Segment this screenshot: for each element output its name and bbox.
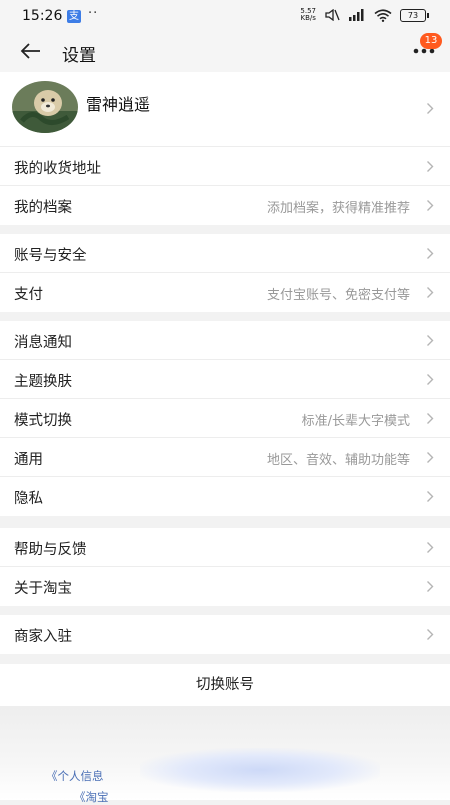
settings-row-about[interactable]: 关于淘宝 xyxy=(0,567,450,606)
chevron-right-icon xyxy=(427,491,434,502)
header: 设置 13 xyxy=(0,32,450,72)
switch-account-button[interactable]: 切换账号 xyxy=(0,664,450,706)
profile-name: 雷神逍遥 xyxy=(86,95,151,114)
chevron-right-icon xyxy=(427,335,434,346)
mute-icon xyxy=(325,9,340,21)
chevron-right-icon xyxy=(427,374,434,385)
profile-row[interactable]: 雷神逍遥 xyxy=(0,72,450,147)
more-notifications-icon: ·· xyxy=(88,6,99,21)
footer-blur-overlay xyxy=(140,748,380,792)
row-label: 帮助与反馈 xyxy=(14,542,87,558)
chevron-right-icon xyxy=(427,581,434,592)
row-label: 账号与安全 xyxy=(14,248,87,264)
settings-row-payment[interactable]: 支付 支付宝账号、免密支付等 xyxy=(0,273,450,312)
row-label: 通用 xyxy=(14,452,43,468)
row-label: 商家入驻 xyxy=(14,629,72,645)
chevron-right-icon xyxy=(427,452,434,463)
message-count-badge: 13 xyxy=(420,33,442,49)
footer-area xyxy=(0,706,450,800)
settings-row-address[interactable]: 我的收货地址 xyxy=(0,147,450,186)
alipay-notification-icon: 支 xyxy=(67,10,81,23)
chevron-right-icon xyxy=(427,542,434,553)
general-section: 消息通知 主题换肤 模式切换 标准/长辈大字模式 通用 地区、音效、辅助功能等 … xyxy=(0,321,450,516)
chevron-right-icon xyxy=(427,629,434,640)
settings-row-mode-switch[interactable]: 模式切换 标准/长辈大字模式 xyxy=(0,399,450,438)
row-value: 添加档案，获得精准推荐 xyxy=(266,201,410,216)
row-label: 消息通知 xyxy=(14,335,72,351)
chevron-right-icon xyxy=(427,413,434,424)
row-label: 隐私 xyxy=(14,491,43,507)
settings-row-theme[interactable]: 主题换肤 xyxy=(0,360,450,399)
chevron-right-icon xyxy=(427,248,434,259)
network-speed: 5.57 KB/s xyxy=(300,7,316,22)
wifi-icon xyxy=(374,8,392,22)
settings-row-merchant[interactable]: 商家入驻 xyxy=(0,615,450,654)
row-label: 主题换肤 xyxy=(14,374,72,390)
status-time: 15:26 xyxy=(22,8,63,24)
privacy-policy-link[interactable]: 《个人信息 xyxy=(46,768,104,784)
signal-hd-icon xyxy=(349,9,364,21)
chevron-right-icon xyxy=(427,200,434,211)
row-label: 我的收货地址 xyxy=(14,161,101,177)
settings-row-profile-archive[interactable]: 我的档案 添加档案，获得精准推荐 xyxy=(0,186,450,225)
battery-indicator: 73 xyxy=(400,8,429,22)
settings-row-help-feedback[interactable]: 帮助与反馈 xyxy=(0,528,450,567)
back-arrow-icon[interactable] xyxy=(18,38,44,64)
avatar xyxy=(12,81,78,133)
row-value: 标准/长辈大字模式 xyxy=(301,414,410,429)
settings-row-privacy[interactable]: 隐私 xyxy=(0,477,450,516)
row-label: 支付 xyxy=(14,287,43,303)
status-bar: 15:26 支 ·· 5.57 KB/s 73 xyxy=(0,0,450,32)
profile-section: 雷神逍遥 我的收货地址 我的档案 添加档案，获得精准推荐 xyxy=(0,72,450,225)
merchant-section: 商家入驻 xyxy=(0,615,450,654)
row-label: 模式切换 xyxy=(14,413,72,429)
settings-row-account-security[interactable]: 账号与安全 xyxy=(0,234,450,273)
settings-row-general[interactable]: 通用 地区、音效、辅助功能等 xyxy=(0,438,450,477)
account-section: 账号与安全 支付 支付宝账号、免密支付等 xyxy=(0,234,450,312)
page-title: 设置 xyxy=(62,46,96,66)
help-section: 帮助与反馈 关于淘宝 xyxy=(0,528,450,606)
chevron-right-icon xyxy=(427,103,434,114)
settings-row-notifications[interactable]: 消息通知 xyxy=(0,321,450,360)
chevron-right-icon xyxy=(427,287,434,298)
chevron-right-icon xyxy=(427,161,434,172)
row-label: 我的档案 xyxy=(14,200,72,216)
status-indicators: 5.57 KB/s 73 xyxy=(300,7,429,22)
row-value: 支付宝账号、免密支付等 xyxy=(266,288,410,303)
taobao-rules-link[interactable]: 《淘宝 xyxy=(74,789,109,805)
row-value: 地区、音效、辅助功能等 xyxy=(266,453,410,468)
row-label: 关于淘宝 xyxy=(14,581,72,597)
